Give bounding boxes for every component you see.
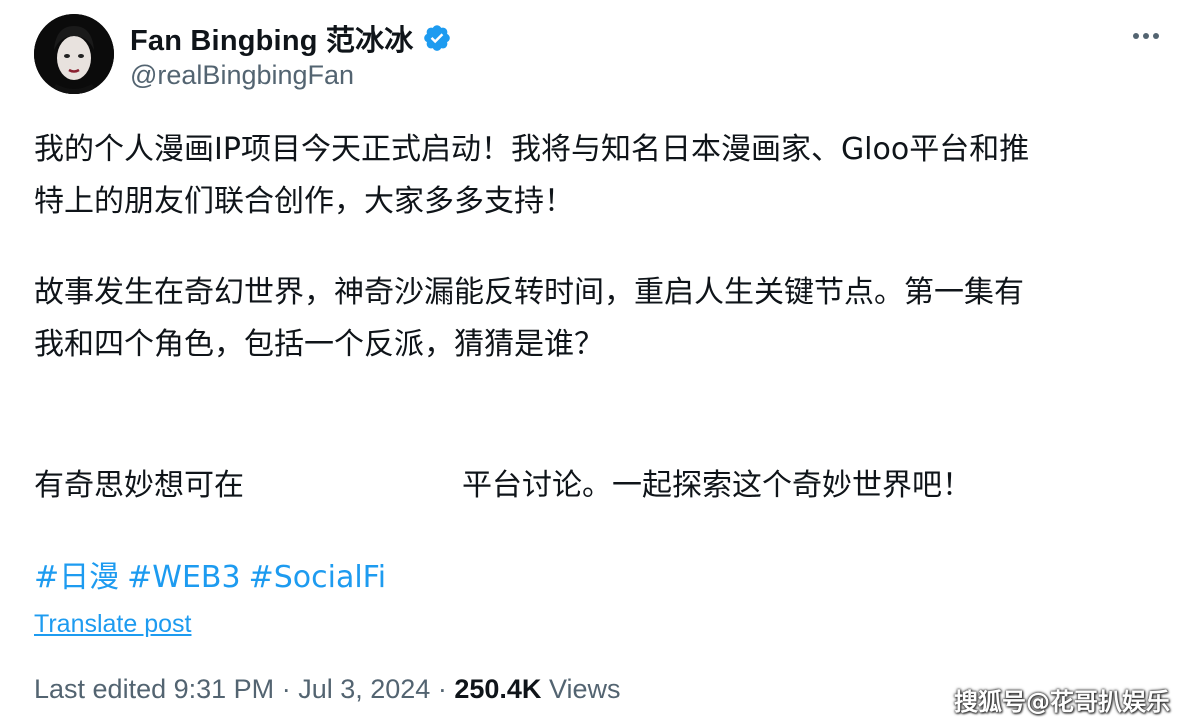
post-date[interactable]: Jul 3, 2024 <box>298 674 430 704</box>
separator-dot: · <box>437 674 447 704</box>
post-line: 故事发生在奇幻世界，神奇沙漏能反转时间，重启人生关键节点。第一集有 <box>34 275 1024 310</box>
edited-label: Last edited <box>34 674 167 704</box>
hashtag-link[interactable]: #日漫 <box>34 560 119 595</box>
post-line: 有奇思妙想可在 平台讨论。一起探索这个奇妙世界吧！ <box>34 460 1174 512</box>
hashtag-link[interactable]: #SocialFi <box>249 560 387 595</box>
more-options-icon[interactable] <box>1128 24 1164 48</box>
verified-badge-icon <box>422 23 452 53</box>
tweet-card: Fan Bingbing 范冰冰 @realBingbingFan 我的个人漫画… <box>0 0 1200 726</box>
post-paragraph-2: 故事发生在奇幻世界，神奇沙漏能反转时间，重启人生关键节点。第一集有 我和四个角色… <box>34 267 1174 371</box>
author-handle[interactable]: @realBingbingFan <box>130 60 354 91</box>
post-time[interactable]: 9:31 PM <box>174 674 275 704</box>
views-label: Views <box>548 674 621 704</box>
post-text-start: 有奇思妙想可在 <box>34 468 244 503</box>
post-text-end: 平台讨论。一起探索这个奇妙世界吧！ <box>462 468 972 503</box>
watermark: 搜狐号@花哥扒娱乐 <box>954 688 1170 716</box>
post-paragraph-1: 我的个人漫画IP项目今天正式启动！我将与知名日本漫画家、Gloo平台和推 特上的… <box>34 124 1174 228</box>
post-line: 我和四个角色，包括一个反派，猜猜是谁？ <box>34 327 604 362</box>
author-name-row: Fan Bingbing 范冰冰 <box>130 18 452 58</box>
post-line: 我的个人漫画IP项目今天正式启动！我将与知名日本漫画家、Gloo平台和推 <box>34 132 1030 167</box>
hashtag-link[interactable]: #WEB3 <box>127 560 240 595</box>
post-line: 特上的朋友们联合创作，大家多多支持！ <box>34 184 574 219</box>
views-count: 250.4K <box>454 674 542 704</box>
hashtag-list: #日漫 #WEB3 #SocialFi <box>34 556 394 600</box>
post-metadata: Last edited 9:31 PM · Jul 3, 2024 · 250.… <box>34 674 621 705</box>
post-paragraph-3: 有奇思妙想可在 平台讨论。一起探索这个奇妙世界吧！ <box>34 460 1174 512</box>
author-display-name[interactable]: Fan Bingbing 范冰冰 <box>130 17 414 59</box>
translate-post-link[interactable]: Translate post <box>34 610 191 639</box>
avatar[interactable] <box>34 14 114 94</box>
separator-dot: · <box>281 674 291 704</box>
